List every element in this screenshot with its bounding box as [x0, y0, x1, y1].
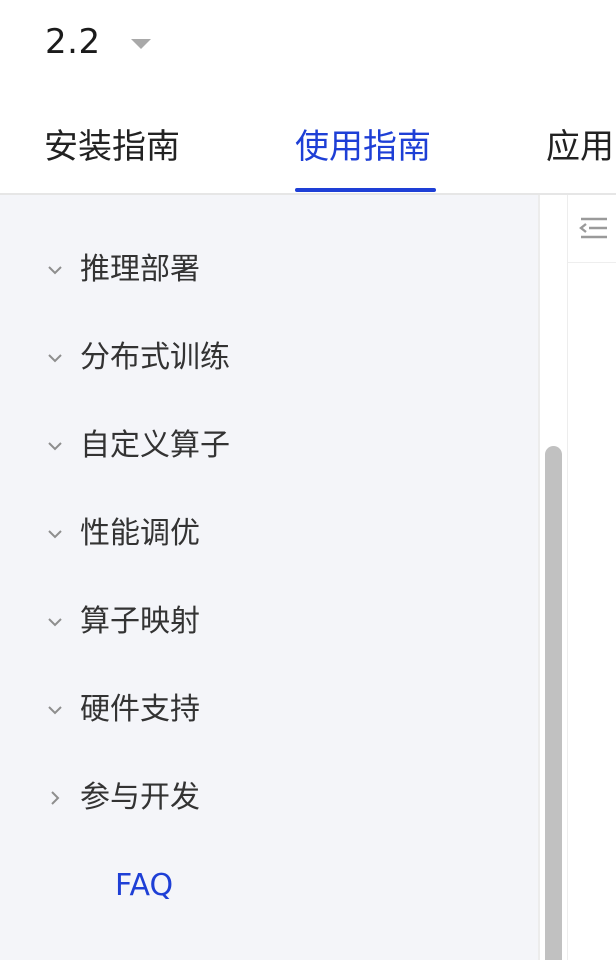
chevron-right-icon	[46, 789, 64, 807]
sidebar-item-label: FAQ	[115, 868, 174, 903]
content-divider	[567, 195, 568, 960]
chevron-down-icon	[46, 261, 64, 279]
chevron-down-icon	[46, 349, 64, 367]
tab-usage-guide[interactable]: 使用指南	[295, 100, 431, 194]
sidebar-scrollbar-thumb[interactable]	[545, 446, 562, 960]
sidebar-item-hardware-support[interactable]: 硬件支持	[0, 680, 538, 740]
tab-label: 应用	[546, 127, 614, 167]
tab-label: 使用指南	[295, 127, 431, 167]
active-tab-indicator	[295, 188, 436, 192]
version-label: 2.2	[45, 22, 101, 62]
chevron-down-icon	[46, 437, 64, 455]
tab-install-guide[interactable]: 安装指南	[44, 100, 180, 194]
sidebar-item-faq[interactable]: FAQ	[0, 856, 538, 916]
top-tabs: 安装指南 使用指南 应用	[0, 100, 616, 194]
tab-applications[interactable]: 应用	[546, 100, 614, 194]
sidebar-item-distributed-training[interactable]: 分布式训练	[0, 328, 538, 388]
outline-toggle-button[interactable]	[568, 197, 616, 263]
chevron-down-icon	[46, 613, 64, 631]
docs-page: 2.2 安装指南 使用指南 应用 推理部署 分布式训练 自定义算子 性能调优 算…	[0, 0, 616, 960]
sidebar-item-label: 自定义算子	[80, 428, 230, 463]
sidebar-nav: 推理部署 分布式训练 自定义算子 性能调优 算子映射 硬件支持 参与开发 FAQ	[0, 195, 538, 960]
sidebar-item-label: 参与开发	[80, 780, 200, 815]
sidebar-item-label: 分布式训练	[80, 340, 230, 375]
chevron-down-icon	[46, 701, 64, 719]
sidebar-item-contribute[interactable]: 参与开发	[0, 768, 538, 828]
version-selector[interactable]: 2.2	[45, 20, 151, 64]
sidebar-item-custom-operator[interactable]: 自定义算子	[0, 416, 538, 476]
sidebar-item-operator-mapping[interactable]: 算子映射	[0, 592, 538, 652]
caret-down-icon	[130, 39, 151, 49]
sidebar-item-inference-deploy[interactable]: 推理部署	[0, 240, 538, 300]
sidebar-item-label: 推理部署	[80, 252, 200, 287]
sidebar-item-label: 算子映射	[80, 604, 200, 639]
tab-label: 安装指南	[44, 127, 180, 167]
outline-toggle-icon	[577, 213, 607, 247]
chevron-down-icon	[46, 525, 64, 543]
sidebar-item-performance-tuning[interactable]: 性能调优	[0, 504, 538, 564]
sidebar-item-label: 硬件支持	[80, 692, 200, 727]
sidebar-item-label: 性能调优	[80, 516, 200, 551]
